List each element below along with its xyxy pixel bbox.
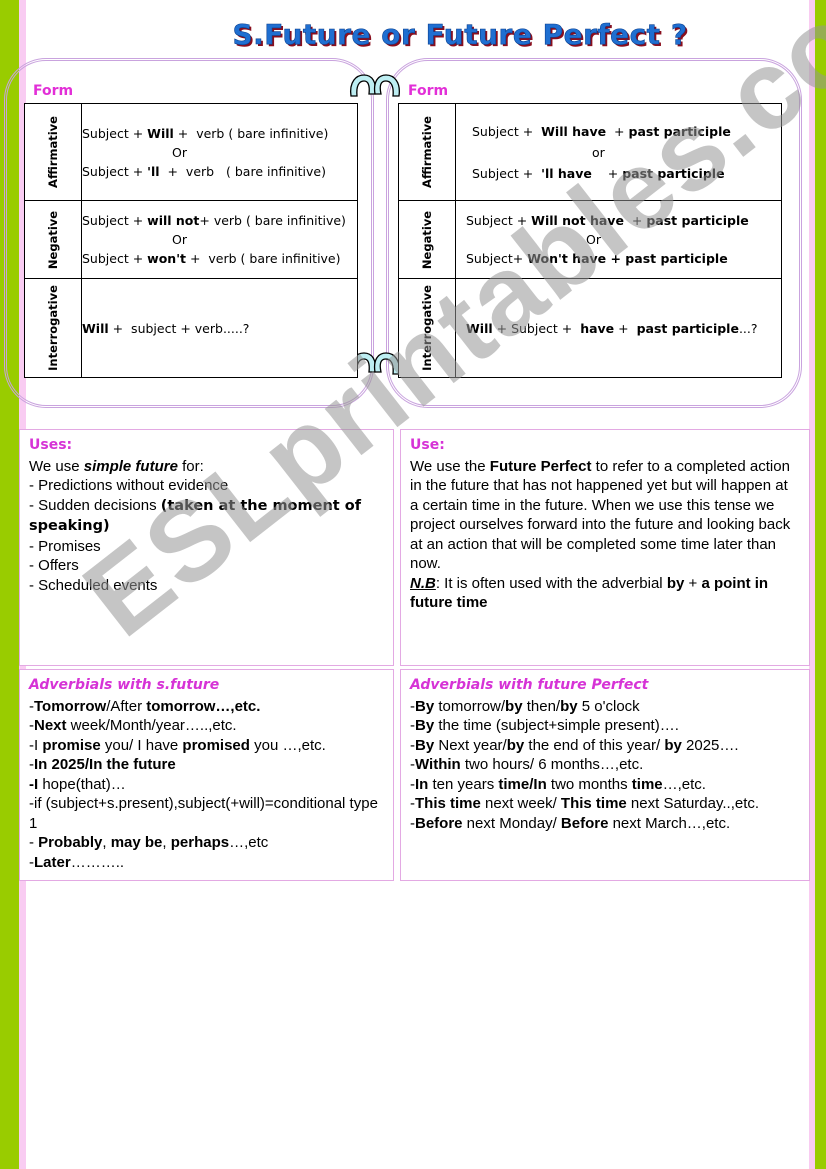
uses-list-item: - Scheduled events xyxy=(29,576,158,594)
adverbials-future-perfect-box: Adverbials with future Perfect -By tomor… xyxy=(400,669,810,881)
form-row-negative: Negative Subject + will not+ verb ( bare … xyxy=(24,200,358,279)
row-label-cell: Interrogative xyxy=(24,278,82,378)
simple-future-form-table: Affirmative Subject + Will + verb ( bare … xyxy=(24,103,358,378)
left-form-label: Form xyxy=(33,83,74,99)
uses-future-perfect-box: Use: We use the Future Perfect to refer … xyxy=(400,429,810,666)
formula-line: Subject+ Won't have + past participle xyxy=(466,251,728,266)
adverbial-item: -Later……….. xyxy=(29,853,125,871)
chain-link-icon xyxy=(348,72,402,100)
uses-intro: We use simple future for: xyxy=(29,457,204,475)
adverbial-item: -By Next year/by the end of this year/ b… xyxy=(410,736,739,754)
right-green-border xyxy=(815,0,826,1169)
adverbial-item: -In ten years time/In two months time…,e… xyxy=(410,775,706,793)
row-label-cell: Negative xyxy=(24,200,82,279)
formula-cell: Will + subject + verb.....? xyxy=(81,278,358,378)
formula-cell: Subject + Will + verb ( bare infinitive)… xyxy=(81,103,358,201)
page-title: S.Future or Future Perfect ? xyxy=(232,18,688,52)
formula-cell: Subject + will not+ verb ( bare infiniti… xyxy=(81,200,358,279)
adverbials-simple-future-box: Adverbials with s.future -Tomorrow/After… xyxy=(19,669,394,881)
row-label-cell: Affirmative xyxy=(398,103,456,201)
adverbial-item: -Next week/Month/year…..,etc. xyxy=(29,717,237,734)
adverbial-item: -This time next week/ This time next Sat… xyxy=(410,795,760,812)
row-label: Interrogative xyxy=(420,285,434,371)
or-connector: Or xyxy=(586,232,601,247)
formula-line: Subject + Will + verb ( bare infinitive) xyxy=(82,125,329,141)
or-connector: Or xyxy=(172,144,187,160)
uses-heading: Uses: xyxy=(29,437,73,453)
row-label: Negative xyxy=(420,210,434,269)
row-label-cell: Interrogative xyxy=(398,278,456,378)
uses-simple-future-box: Uses: We use simple future for: - Predic… xyxy=(19,429,394,666)
adverbial-item: -I promise you/ I have promised you …,et… xyxy=(29,736,326,754)
form-row-affirmative: Affirmative Subject + Will have + past pa… xyxy=(398,103,782,201)
formula-cell: Subject + Will not have + past participl… xyxy=(455,200,782,279)
adverbial-item: -In 2025/In the future xyxy=(29,756,176,773)
formula-line: Will + Subject + have + past participle.… xyxy=(466,320,758,336)
formula-line: Subject + 'll have + past participle xyxy=(472,165,725,181)
row-label: Affirmative xyxy=(46,116,60,188)
adverbial-item: -Within two hours/ 6 months…,etc. xyxy=(410,756,644,773)
formula-line: Subject + will not+ verb ( bare infiniti… xyxy=(82,213,346,228)
use-heading: Use: xyxy=(410,437,445,453)
adverbial-item: -if (subject+s.present),subject(+will)=c… xyxy=(29,795,378,832)
adverbial-item: -I hope(that)… xyxy=(29,775,126,793)
adverbial-item: -Tomorrow/After tomorrow…,etc. xyxy=(29,697,261,715)
row-label-cell: Affirmative xyxy=(24,103,82,201)
row-label-cell: Negative xyxy=(398,200,456,279)
uses-list-item: - Predictions without evidence xyxy=(29,477,229,494)
or-connector: Or xyxy=(172,232,187,247)
form-row-negative: Negative Subject + Will not have + past p… xyxy=(398,200,782,279)
row-label: Interrogative xyxy=(46,285,60,371)
form-row-interrogative: Interrogative Will + subject + verb.....? xyxy=(24,278,358,378)
adverbials-simple-heading: Adverbials with s.future xyxy=(29,677,220,693)
uses-list-item: - Sudden decisions (taken at the moment … xyxy=(29,496,362,535)
adverbial-item: -By the time (subject+simple present)…. xyxy=(410,717,679,734)
form-row-interrogative: Interrogative Will + Subject + have + pas… xyxy=(398,278,782,378)
formula-line: Subject + 'll + verb ( bare infinitive) xyxy=(82,163,326,179)
adverbial-item: -By tomorrow/by then/by 5 o'clock xyxy=(410,697,640,715)
adverbial-item: - Probably, may be, perhaps…,etc xyxy=(29,834,269,851)
or-connector: or xyxy=(592,144,605,160)
row-label: Negative xyxy=(46,210,60,269)
use-paragraph: We use the Future Perfect to refer to a … xyxy=(410,457,791,573)
uses-list-item: - Offers xyxy=(29,557,79,574)
right-form-label: Form xyxy=(408,83,449,99)
adverbials-perfect-heading: Adverbials with future Perfect xyxy=(410,677,649,693)
formula-line: Subject + won't + verb ( bare infinitive… xyxy=(82,251,341,266)
future-perfect-form-table: Affirmative Subject + Will have + past pa… xyxy=(398,103,782,378)
nb-note: N.B: It is often used with the adverbial… xyxy=(410,574,769,612)
formula-line: Will + subject + verb.....? xyxy=(82,320,250,336)
adverbial-item: -Before next Monday/ Before next March…,… xyxy=(410,814,731,832)
formula-line: Subject + Will have + past participle xyxy=(472,123,731,139)
form-row-affirmative: Affirmative Subject + Will + verb ( bare … xyxy=(24,103,358,201)
row-label: Affirmative xyxy=(420,116,434,188)
uses-list-item: - Promises xyxy=(29,537,101,555)
formula-line: Subject + Will not have + past participl… xyxy=(466,213,749,228)
formula-cell: Will + Subject + have + past participle.… xyxy=(455,278,782,378)
formula-cell: Subject + Will have + past participle or S… xyxy=(455,103,782,201)
